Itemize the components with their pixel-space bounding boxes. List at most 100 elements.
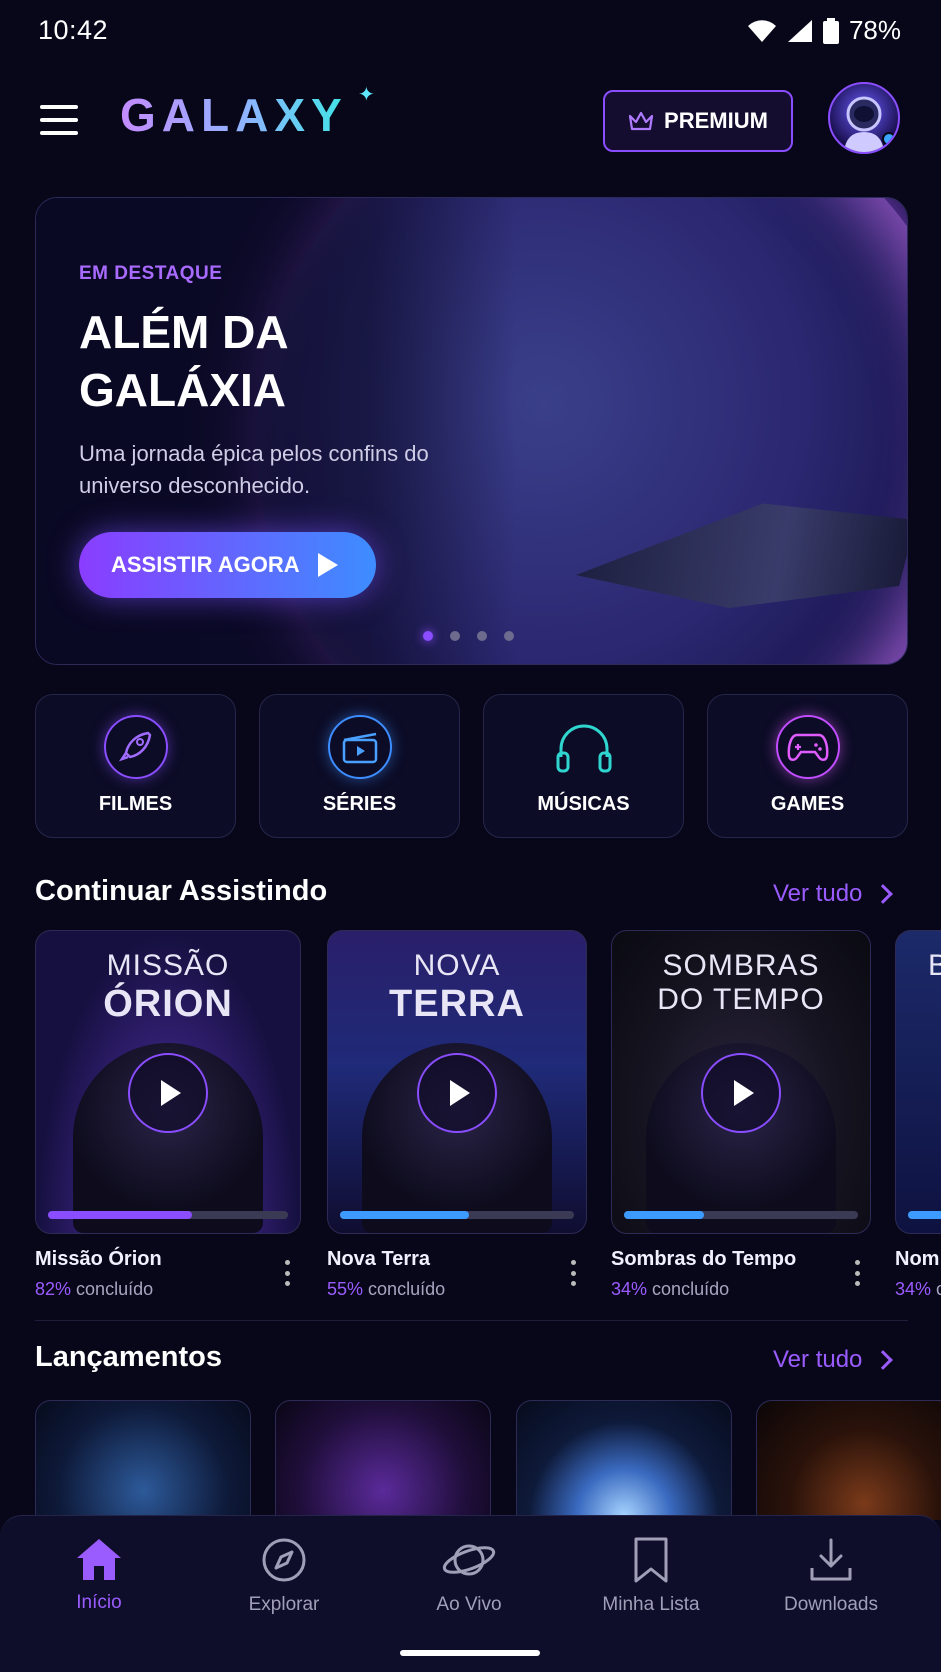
category-label: MÚSICAS <box>537 793 630 815</box>
releases-see-all[interactable]: Ver tudo <box>773 1346 894 1374</box>
release-poster[interactable] <box>35 1400 251 1520</box>
poster-title-line1: B <box>928 949 941 982</box>
more-options-icon[interactable] <box>855 1260 861 1286</box>
app-logo: GALAXY <box>120 89 348 141</box>
battery-icon <box>822 17 839 44</box>
category-musicas[interactable]: MÚSICAS <box>483 694 684 838</box>
section-divider <box>35 1320 908 1321</box>
category-series[interactable]: SÉRIES <box>259 694 460 838</box>
chevron-right-icon <box>873 1350 894 1370</box>
continue-watching-title: Continuar Assistindo <box>35 875 328 907</box>
play-icon <box>317 553 338 577</box>
crown-icon <box>628 111 654 131</box>
status-icons: 78% <box>747 15 901 46</box>
release-poster[interactable] <box>516 1400 732 1520</box>
nav-explorar[interactable]: Explorar <box>209 1536 359 1616</box>
poster-image[interactable]: B <box>895 930 941 1234</box>
nav-label: Minha Lista <box>602 1594 700 1615</box>
home-indicator <box>400 1650 540 1656</box>
progress-text: 55% concluído <box>327 1279 446 1299</box>
category-label: SÉRIES <box>322 793 397 815</box>
category-label: GAMES <box>770 793 845 815</box>
download-icon <box>810 1538 852 1581</box>
title-name: Sombras do Tempo <box>611 1248 797 1270</box>
more-options-icon[interactable] <box>285 1260 291 1286</box>
nav-downloads[interactable]: Downloads <box>756 1536 906 1616</box>
nav-inicio[interactable]: Início <box>24 1536 174 1614</box>
see-all-label: Ver tudo <box>773 1346 863 1373</box>
watch-now-button[interactable]: ASSISTIR AGORA <box>79 532 376 598</box>
carousel-dot[interactable] <box>477 631 487 641</box>
poster-title-line1: MISSÃO <box>106 949 230 982</box>
watch-now-label: ASSISTIR AGORA <box>111 552 300 577</box>
premium-button[interactable]: PREMIUM <box>603 90 793 152</box>
hero-title: ALÉM DA GALÁXIA <box>79 306 287 416</box>
category-filmes[interactable]: FILMES <box>35 694 236 838</box>
poster-title-line1: SOMBRAS <box>662 949 820 982</box>
status-time: 10:42 <box>38 15 109 45</box>
rocket-icon <box>103 715 168 779</box>
premium-label: PREMIUM <box>664 108 768 133</box>
nav-label: Explorar <box>248 1594 320 1615</box>
continue-card[interactable]: NOVA TERRA Nova Terra 55% concluído <box>327 930 587 1300</box>
cellular-signal-icon <box>787 19 812 42</box>
see-all-label: Ver tudo <box>773 880 863 907</box>
release-poster[interactable] <box>275 1400 491 1520</box>
hero-subtitle: Uma jornada épica pelos confins do unive… <box>79 441 429 498</box>
continue-card[interactable]: MISSÃO ÓRION Missão Órion 82% concluído <box>35 930 301 1300</box>
progress-bar <box>624 1211 858 1219</box>
continue-card[interactable]: B Nom 34% concluído <box>895 930 941 1300</box>
poster-image[interactable]: SOMBRAS DO TEMPO <box>611 930 871 1234</box>
progress-bar <box>340 1211 574 1219</box>
online-status-dot <box>882 132 896 146</box>
poster-image[interactable]: NOVA TERRA <box>327 930 587 1234</box>
hero-eyebrow: EM DESTAQUE <box>79 263 223 284</box>
poster-title-line2: DO TEMPO <box>657 983 825 1016</box>
category-games[interactable]: GAMES <box>707 694 908 838</box>
carousel-dot[interactable] <box>504 631 514 641</box>
clapperboard-icon <box>327 715 392 779</box>
sparkle-icon: ✦ <box>358 84 375 106</box>
title-name: Nom <box>895 1248 940 1270</box>
battery-percent: 78% <box>848 15 901 45</box>
carousel-dot[interactable] <box>423 631 433 641</box>
bottom-navigation: Início Explorar Ao Vivo Minha Lista Down… <box>0 1515 941 1672</box>
more-options-icon[interactable] <box>571 1260 577 1286</box>
continue-watching-list: MISSÃO ÓRION Missão Órion 82% concluído N… <box>35 930 941 1300</box>
progress-text: 34% concluído <box>895 1279 941 1299</box>
bookmark-icon <box>634 1537 668 1583</box>
gamepad-icon <box>775 715 840 779</box>
nav-ao-vivo[interactable]: Ao Vivo <box>394 1536 544 1616</box>
home-icon <box>77 1539 121 1580</box>
poster-title-line1: NOVA <box>413 949 501 982</box>
wifi-icon <box>747 19 776 42</box>
progress-bar <box>48 1211 288 1219</box>
release-poster[interactable] <box>756 1400 941 1520</box>
progress-text: 34% concluído <box>611 1279 730 1299</box>
poster-image[interactable]: MISSÃO ÓRION <box>35 930 301 1234</box>
nav-label: Ao Vivo <box>436 1594 502 1615</box>
featured-hero-banner[interactable]: EM DESTAQUE ALÉM DA GALÁXIA Uma jornada … <box>35 197 908 665</box>
chevron-right-icon <box>873 884 894 904</box>
play-button-icon[interactable] <box>701 1053 781 1133</box>
carousel-dot[interactable] <box>450 631 460 641</box>
releases-list <box>35 1400 941 1520</box>
play-button-icon[interactable] <box>417 1053 497 1133</box>
app-header: GALAXY ✦ PREMIUM <box>0 80 941 160</box>
avatar[interactable] <box>828 82 900 154</box>
planet-icon <box>442 1544 496 1576</box>
title-name: Missão Órion <box>35 1248 162 1270</box>
nav-label: Downloads <box>784 1594 878 1615</box>
continue-card[interactable]: SOMBRAS DO TEMPO Sombras do Tempo 34% con… <box>611 930 871 1300</box>
hamburger-menu-icon[interactable] <box>40 105 78 135</box>
carousel-indicator <box>423 631 514 641</box>
continue-watching-see-all[interactable]: Ver tudo <box>773 880 894 908</box>
progress-bar <box>908 1211 941 1219</box>
category-grid: FILMES SÉRIES MÚSICAS GAMES <box>35 694 908 838</box>
progress-text: 82% concluído <box>35 1279 154 1299</box>
category-label: FILMES <box>98 793 173 815</box>
poster-title-line2: ÓRION <box>103 983 233 1025</box>
status-bar: 10:42 78% <box>0 0 941 60</box>
nav-minha-lista[interactable]: Minha Lista <box>576 1536 726 1616</box>
play-button-icon[interactable] <box>128 1053 208 1133</box>
